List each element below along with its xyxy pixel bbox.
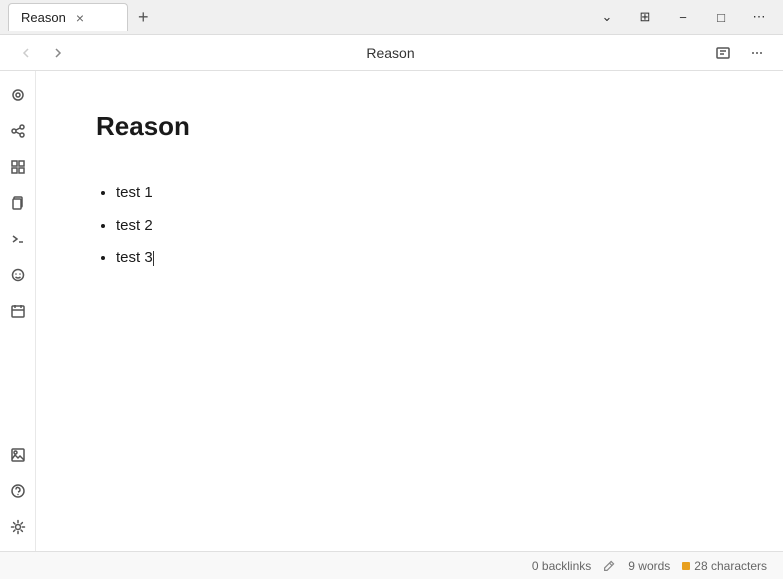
edit-icon-status	[603, 559, 616, 572]
sidebar-image-icon[interactable]	[2, 439, 34, 471]
main-layout: Reason test 1 test 2 test 3	[0, 71, 783, 551]
sidebar	[0, 71, 36, 551]
minimize-button[interactable]: −	[667, 3, 699, 31]
more-icon	[749, 45, 765, 61]
tab-title: Reason	[21, 10, 66, 25]
new-tab-button[interactable]: +	[132, 7, 155, 28]
sidebar-calendar-icon[interactable]	[2, 295, 34, 327]
sidebar-graph-icon[interactable]	[2, 115, 34, 147]
sidebar-terminal-icon[interactable]	[2, 223, 34, 255]
list-item-2: test 2	[116, 215, 723, 238]
titlebar-left: Reason × +	[8, 3, 591, 31]
statusbar: 0 backlinks 9 words 28 characters	[0, 551, 783, 579]
toolbar-title: Reason	[80, 45, 701, 61]
content-area[interactable]: Reason test 1 test 2 test 3	[36, 71, 783, 551]
maximize-button[interactable]: □	[705, 3, 737, 31]
graph-icon	[10, 123, 26, 139]
tab-close-button[interactable]: ×	[74, 10, 86, 26]
close-button[interactable]: ⋯	[743, 3, 775, 31]
active-tab[interactable]: Reason ×	[8, 3, 128, 31]
home-icon	[10, 87, 26, 103]
page-title: Reason	[96, 111, 723, 142]
sidebar-emoji-icon[interactable]	[2, 259, 34, 291]
calendar-icon	[10, 303, 26, 319]
words-status: 9 words	[628, 559, 670, 573]
settings-icon	[10, 519, 26, 535]
grid-icon	[10, 159, 26, 175]
text-cursor	[153, 251, 154, 266]
help-icon	[10, 483, 26, 499]
status-indicator	[682, 562, 690, 570]
forward-button[interactable]	[44, 41, 72, 65]
sidebar-help-icon[interactable]	[2, 475, 34, 507]
split-button[interactable]: ⊞	[629, 3, 661, 31]
list-item-1: test 1	[116, 182, 723, 205]
sidebar-settings-icon[interactable]	[2, 511, 34, 543]
sidebar-home-icon[interactable]	[2, 79, 34, 111]
sidebar-pages-icon[interactable]	[2, 187, 34, 219]
backlinks-text: 0 backlinks	[532, 559, 591, 573]
dropdown-button[interactable]: ⌄	[591, 3, 623, 31]
reader-icon	[715, 45, 731, 61]
forward-icon	[50, 45, 66, 61]
backlinks-status[interactable]: 0 backlinks	[532, 559, 591, 573]
edit-icon	[603, 559, 616, 572]
bullet-list: test 1 test 2 test 3	[96, 182, 723, 270]
emoji-icon	[10, 267, 26, 283]
reader-button[interactable]	[709, 41, 737, 65]
toolbar-actions	[709, 41, 771, 65]
image-icon	[10, 447, 26, 463]
characters-text: 28 characters	[694, 559, 767, 573]
titlebar: Reason × + ⌄ ⊞ − □ ⋯	[0, 0, 783, 35]
toolbar-nav	[12, 41, 72, 65]
back-button[interactable]	[12, 41, 40, 65]
list-item-3: test 3	[116, 247, 723, 270]
words-text: 9 words	[628, 559, 670, 573]
sidebar-grid-icon[interactable]	[2, 151, 34, 183]
characters-status: 28 characters	[682, 559, 767, 573]
titlebar-right: ⌄ ⊞ − □ ⋯	[591, 3, 775, 31]
toolbar: Reason	[0, 35, 783, 71]
back-icon	[18, 45, 34, 61]
more-options-button[interactable]	[743, 41, 771, 65]
pages-icon	[10, 195, 26, 211]
terminal-icon	[10, 231, 26, 247]
